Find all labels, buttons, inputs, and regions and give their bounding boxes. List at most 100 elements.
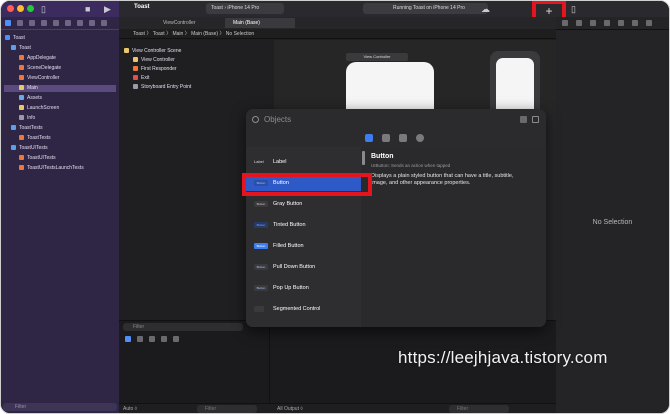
folder-icon [11,125,16,130]
tree-item-group[interactable]: ToastTests [11,125,43,132]
library-item-label[interactable]: Label Label [246,154,361,170]
tree-item-label: Toast [13,35,25,41]
outline-item[interactable]: Exit [133,75,149,82]
outline-label: View Controller [141,57,175,63]
tree-item-file-selected[interactable]: Main [4,85,116,92]
tree-item-file[interactable]: AppDelegate [19,55,56,62]
pop-up-button-thumbnail: Button [254,285,268,291]
history-inspector-icon[interactable] [576,20,582,26]
library-item-name: Pop Up Button [273,285,309,291]
close-window-button[interactable] [7,5,14,12]
status-text: Running Toast on iPhone 14 Pro [393,5,465,11]
issue-navigator-icon[interactable] [53,20,59,26]
snippets-tab-icon[interactable] [416,134,424,142]
connections-inspector-icon[interactable] [646,20,652,26]
scene-title: View Controller [363,54,391,59]
stop-icon[interactable]: ■ [85,3,90,15]
library-item-pull-down-button[interactable]: Button Pull Down Button [246,259,361,275]
object-library-popover: Objects Label Label Button Button Button Gr… [246,109,546,327]
outline-scene[interactable]: View Controller Scene [124,48,181,55]
tree-item-label: LaunchScreen [27,105,60,111]
xcode-window: ▯ ■ ▶ Toast Toast › iPhone 14 Pro Runnin… [0,0,670,414]
media-tab-icon[interactable] [382,134,390,142]
tree-item-file[interactable]: SceneDelegate [19,65,61,72]
sidebar-toggle-icon[interactable]: ▯ [41,3,46,15]
variables-scope-selector[interactable]: Auto ◊ [123,404,137,413]
library-item-name: Filled Button [273,243,304,249]
project-navigator: Toast Toast AppDelegate SceneDelegate Vi… [1,17,119,413]
navigator-tabs [1,17,119,30]
tree-item-file[interactable]: ToastUITests [19,155,56,162]
tree-item-file[interactable]: Info [19,115,35,122]
test-navigator-icon[interactable] [65,20,71,26]
tree-item-file[interactable]: Assets [19,95,42,102]
navigator-filter-field[interactable]: Filter [3,403,117,411]
tree-item-group[interactable]: ToastUITests [11,145,48,152]
tree-item-file[interactable]: ViewController [19,75,59,82]
outline-label: Storyboard Entry Point [141,84,192,90]
outline-item[interactable]: First Responder [133,66,177,73]
size-inspector-icon[interactable] [632,20,638,26]
inspector-toggle-icon[interactable]: ▯ [571,3,576,15]
source-control-icon[interactable] [17,20,23,26]
tree-item-label: ToastUITests [19,145,48,151]
attributes-inspector-icon[interactable] [618,20,624,26]
breakpoints-toggle-icon[interactable] [125,336,131,342]
tab-main-base[interactable]: Main (Base) [225,18,295,28]
tree-item-label: ToastUITests [27,155,56,161]
tree-item-group[interactable]: Toast [11,45,31,52]
step-in-icon[interactable] [161,336,167,342]
objects-tab-icon[interactable] [365,134,373,142]
pause-icon[interactable] [137,336,143,342]
project-navigator-icon[interactable] [5,20,11,26]
tree-item-file[interactable]: ToastUITestsLaunchTests [19,165,84,172]
detach-window-icon[interactable] [532,116,539,123]
filter-placeholder: Filter [205,406,217,412]
tree-item-project[interactable]: Toast [5,35,25,42]
outline-item[interactable]: View Controller [133,57,175,64]
step-over-icon[interactable] [149,336,155,342]
pull-down-button-thumbnail: Button [254,264,268,270]
tree-item-file[interactable]: LaunchScreen [19,105,59,112]
console-output-selector[interactable]: All Output ◊ [277,404,303,413]
library-item-name: Segmented Control [273,306,321,312]
inspector-tabs [556,17,669,30]
zoom-window-button[interactable] [27,5,34,12]
button-preview-icon [362,151,365,165]
library-item-segmented-control[interactable]: Segmented Control [246,301,361,317]
minimize-window-button[interactable] [17,5,24,12]
tab-viewcontroller[interactable]: ViewController [155,18,225,28]
library-search-field[interactable]: Objects [252,115,374,125]
breakpoint-navigator-icon[interactable] [89,20,95,26]
detail-subtitle: UIButton: Sends an action when tapped [371,163,451,168]
library-item-gray-button[interactable]: Button Gray Button [246,196,361,212]
segmented-control-thumbnail [254,306,264,312]
tree-item-label: ToastUITestsLaunchTests [27,165,84,171]
debug-filter-field[interactable]: Filter [123,323,243,331]
scheme-selector[interactable]: Toast › iPhone 14 Pro [206,3,284,14]
outline-item[interactable]: Storyboard Entry Point [133,84,191,91]
variables-filter-field[interactable]: Filter [197,405,257,413]
debug-navigator-icon[interactable] [77,20,83,26]
cloud-icon: ☁ [481,4,490,14]
quick-help-icon[interactable] [590,20,596,26]
grid-view-icon[interactable] [520,116,527,123]
swift-file-icon [19,135,24,140]
scene-icon [124,48,129,53]
run-icon[interactable]: ▶ [104,3,111,15]
colors-tab-icon[interactable] [399,134,407,142]
step-out-icon[interactable] [173,336,179,342]
console-filter-field[interactable]: Filter [449,405,509,413]
breadcrumb[interactable]: Toast 〉 Toast 〉 Main 〉 Main (Base) 〉 No … [119,29,556,39]
identity-inspector-icon[interactable] [604,20,610,26]
library-item-tinted-button[interactable]: Button Tinted Button [246,217,361,233]
symbol-navigator-icon[interactable] [29,20,35,26]
search-placeholder: Objects [264,115,292,124]
library-item-filled-button[interactable]: Button Filled Button [246,238,361,254]
find-navigator-icon[interactable] [41,20,47,26]
folder-icon [11,45,16,50]
library-item-pop-up-button[interactable]: Button Pop Up Button [246,280,361,296]
file-inspector-icon[interactable] [562,20,568,26]
report-navigator-icon[interactable] [101,20,107,26]
tree-item-file[interactable]: ToastTests [19,135,51,142]
